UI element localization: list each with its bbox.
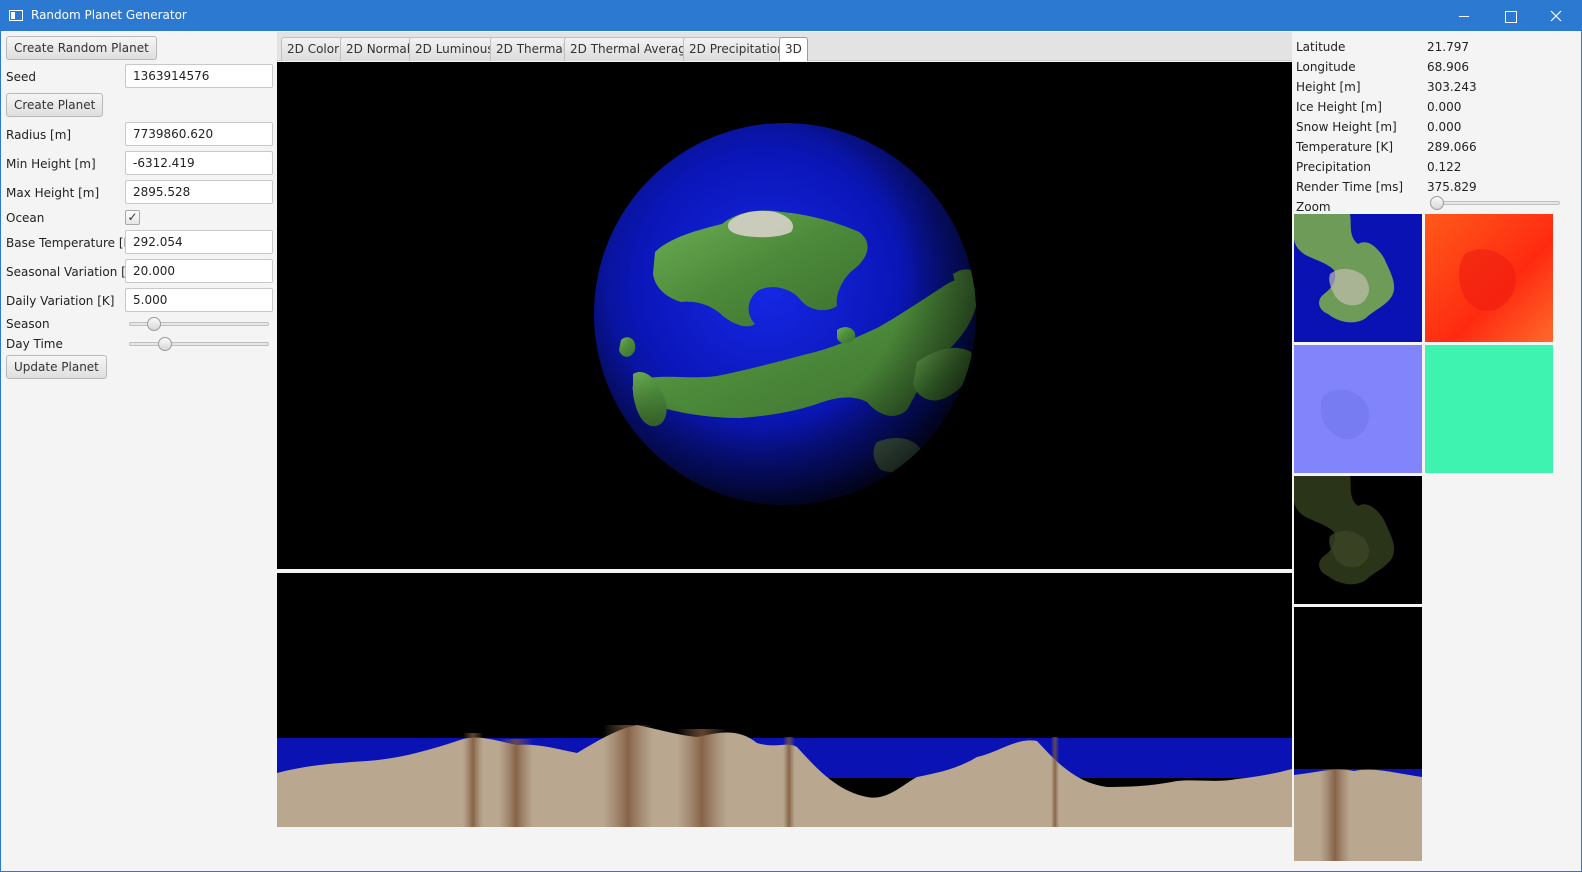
season-slider[interactable] <box>129 317 269 331</box>
info-key: Longitude <box>1296 60 1356 74</box>
planet-render[interactable] <box>277 62 1292 569</box>
terrain-profile-thumbnail-image <box>1294 607 1422 861</box>
zoom-label: Zoom <box>1296 200 1331 214</box>
seed-label: Seed <box>6 70 36 84</box>
info-key: Render Time [ms] <box>1296 180 1404 194</box>
tab-2d-thermal-average[interactable]: 2D Thermal Average <box>564 37 700 61</box>
info-value: 0.122 <box>1427 160 1462 174</box>
info-key: Temperature [K] <box>1296 140 1394 154</box>
color-map-image <box>1294 214 1422 342</box>
planet-3d-view[interactable] <box>277 62 1292 569</box>
zoom-slider-track[interactable] <box>1430 201 1560 205</box>
thumbnail-color-map[interactable] <box>1294 214 1422 342</box>
seasonal-variation-label: Seasonal Variation [K] <box>6 265 139 279</box>
info-row-height: Height [m] 303.243 <box>1296 76 1576 96</box>
radius-label: Radius [m] <box>6 128 72 142</box>
tab-2d-precipitation[interactable]: 2D Precipitation <box>683 37 791 61</box>
terrain-streak-1 <box>463 733 483 827</box>
terrain-streak-6 <box>1051 737 1059 827</box>
info-key: Snow Height [m] <box>1296 120 1397 134</box>
ocean-label: Ocean <box>6 211 45 225</box>
thumbnail-luminous-map[interactable] <box>1294 476 1422 604</box>
day-time-slider-track[interactable] <box>129 342 269 346</box>
info-row-render-time: Render Time [ms] 375.829 <box>1296 176 1576 196</box>
radius-input[interactable]: 7739860.620 <box>125 122 273 146</box>
info-row-longitude: Longitude 68.906 <box>1296 56 1576 76</box>
max-height-input[interactable]: 2895.528 <box>125 180 273 204</box>
info-row-temperature: Temperature [K] 289.066 <box>1296 136 1576 156</box>
minimize-button[interactable] <box>1441 1 1487 31</box>
update-planet-button[interactable]: Update Planet <box>6 355 107 379</box>
info-value: 0.000 <box>1427 120 1462 134</box>
daily-variation-input[interactable]: 5.000 <box>125 288 273 312</box>
app-window-icon <box>9 10 23 21</box>
app-window: Random Planet Generator Create Random Pl… <box>0 0 1582 872</box>
normal-map-image <box>1294 345 1422 473</box>
min-height-label: Min Height [m] <box>6 157 96 171</box>
close-icon <box>1550 10 1562 22</box>
info-key: Precipitation <box>1296 160 1372 174</box>
terrain-streak-3 <box>603 725 653 827</box>
tab-2d-luminous[interactable]: 2D Luminous <box>409 37 500 61</box>
seasonal-variation-input[interactable]: 20.000 <box>125 259 273 283</box>
info-key: Height [m] <box>1296 80 1361 94</box>
base-temperature-label: Base Temperature [K] <box>6 236 137 250</box>
day-time-label: Day Time <box>6 337 63 351</box>
tab-3d[interactable]: 3D <box>779 37 808 61</box>
day-time-slider-thumb[interactable] <box>158 337 173 351</box>
tab-2d-normal[interactable]: 2D Normal <box>340 37 417 61</box>
info-value: 289.066 <box>1427 140 1477 154</box>
thumbnail-precipitation-map[interactable] <box>1425 345 1553 473</box>
tab-2d-thermal[interactable]: 2D Thermal <box>490 37 573 61</box>
info-row-precipitation: Precipitation 0.122 <box>1296 156 1576 176</box>
info-panel: Latitude 21.797 Longitude 68.906 Height … <box>1292 32 1582 872</box>
info-value: 375.829 <box>1427 180 1477 194</box>
view-tabs: 2D Color 2D Normal 2D Luminous 2D Therma… <box>277 32 1292 61</box>
thumbnail-terrain-profile[interactable] <box>1294 607 1422 861</box>
terrain-profile-render <box>277 725 1292 827</box>
title-bar[interactable]: Random Planet Generator <box>1 1 1581 31</box>
create-planet-button[interactable]: Create Planet <box>6 93 104 117</box>
terrain-streak-4 <box>677 729 727 827</box>
parameters-panel: Create Random Planet Seed 1363914576 Cre… <box>1 32 277 872</box>
thermal-map-image <box>1425 214 1553 342</box>
close-button[interactable] <box>1533 1 1579 31</box>
planet-shading <box>594 123 976 505</box>
day-time-slider[interactable] <box>129 337 269 351</box>
ocean-checkbox[interactable]: ✓ <box>125 210 140 225</box>
info-value: 68.906 <box>1427 60 1469 74</box>
season-slider-thumb[interactable] <box>147 317 162 331</box>
thumbnail-thermal-map[interactable] <box>1425 214 1553 342</box>
luminous-map-image <box>1294 476 1422 604</box>
seed-input[interactable]: 1363914576 <box>125 64 273 88</box>
min-height-input[interactable]: -6312.419 <box>125 151 273 175</box>
zoom-slider-thumb[interactable] <box>1430 196 1444 210</box>
zoom-slider[interactable] <box>1430 196 1560 210</box>
info-value: 21.797 <box>1427 40 1469 54</box>
checkmark-icon: ✓ <box>127 210 138 224</box>
info-row-snow-height: Snow Height [m] 0.000 <box>1296 116 1576 136</box>
terrain-streak-5 <box>783 737 795 827</box>
daily-variation-label: Daily Variation [K] <box>6 294 115 308</box>
precipitation-map-image <box>1425 345 1553 473</box>
info-key: Latitude <box>1296 40 1346 54</box>
window-title: Random Planet Generator <box>31 8 187 22</box>
thumbnail-normal-map[interactable] <box>1294 345 1422 473</box>
max-height-label: Max Height [m] <box>6 186 100 200</box>
info-value: 303.243 <box>1427 80 1477 94</box>
info-key: Ice Height [m] <box>1296 100 1382 114</box>
maximize-button[interactable] <box>1487 1 1533 31</box>
base-temperature-input[interactable]: 292.054 <box>125 230 273 254</box>
info-row-ice-height: Ice Height [m] 0.000 <box>1296 96 1576 116</box>
info-value: 0.000 <box>1427 100 1462 114</box>
info-row-latitude: Latitude 21.797 <box>1296 36 1576 56</box>
terrain-streak-2 <box>499 739 533 827</box>
tab-2d-color[interactable]: 2D Color <box>281 37 346 61</box>
season-label: Season <box>6 317 50 331</box>
create-random-planet-button[interactable]: Create Random Planet <box>6 36 157 60</box>
terrain-profile-view[interactable] <box>277 573 1292 827</box>
